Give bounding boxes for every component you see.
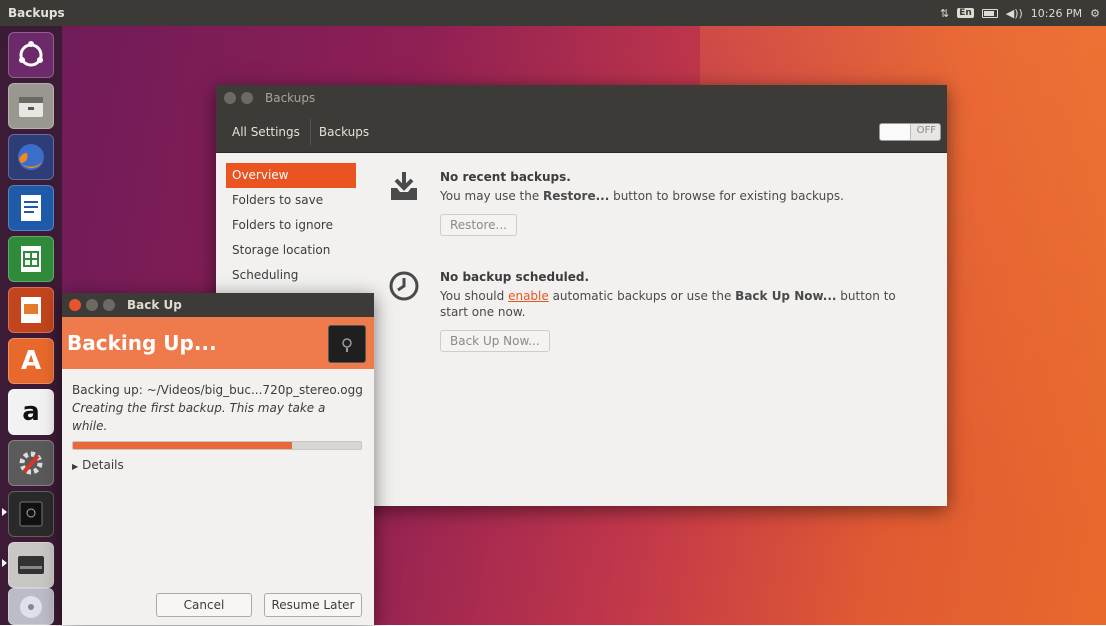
safe-icon — [328, 325, 366, 363]
recent-backups-title: No recent backups. — [440, 170, 571, 184]
progress-fill — [73, 442, 292, 449]
download-tray-icon — [391, 172, 417, 200]
back-up-now-button[interactable]: Back Up Now... — [440, 330, 550, 352]
minimize-icon[interactable] — [241, 92, 253, 104]
running-indicator — [2, 508, 7, 516]
indicator-area: ⇅ En ◀)) 10:26 PM ⚙ — [940, 0, 1100, 26]
header-bar: All Settings Backups OFF — [216, 111, 947, 153]
backing-up-heading: Backing Up... — [67, 331, 217, 355]
impress-icon[interactable] — [8, 287, 54, 333]
backups-app-icon[interactable] — [8, 491, 54, 537]
drive-icon[interactable] — [8, 542, 54, 588]
header-divider — [309, 118, 311, 145]
enable-link[interactable]: enable — [508, 289, 549, 303]
sidebar-item-scheduling[interactable]: Scheduling — [226, 263, 356, 288]
maximize-icon[interactable] — [103, 299, 115, 311]
settings-sidebar: Overview Folders to save Folders to igno… — [226, 163, 356, 288]
gear-icon[interactable]: ⚙ — [1090, 7, 1100, 20]
launcher: A a — [0, 26, 62, 625]
top-panel: Backups ⇅ En ◀)) 10:26 PM ⚙ — [0, 0, 1106, 26]
network-updown-icon[interactable]: ⇅ — [940, 7, 949, 20]
firefox-icon[interactable] — [8, 134, 54, 180]
close-icon[interactable] — [69, 299, 81, 311]
back-up-dialog: Back Up Backing Up... Backing up: ~/Vide… — [62, 293, 374, 625]
volume-icon[interactable]: ◀)) — [1006, 7, 1023, 20]
expander-triangle-icon: ▶ — [72, 462, 79, 471]
panel-app-title: Backups — [8, 6, 65, 20]
system-settings-icon[interactable] — [8, 440, 54, 486]
files-icon[interactable] — [8, 83, 54, 129]
running-indicator — [2, 559, 7, 567]
dialog-titlebar[interactable]: Back Up — [62, 293, 374, 317]
calc-icon[interactable] — [8, 236, 54, 282]
cancel-button[interactable]: Cancel — [156, 593, 252, 617]
writer-icon[interactable] — [8, 185, 54, 231]
schedule-description: You should enable automatic backups or u… — [440, 289, 896, 319]
schedule-title: No backup scheduled. — [440, 270, 590, 284]
schedule-section: No backup scheduled. You should enable a… — [388, 270, 928, 370]
recent-backups-text: No recent backups. You may use the Resto… — [440, 170, 900, 236]
battery-icon[interactable] — [981, 8, 998, 18]
clock[interactable]: 10:26 PM — [1031, 7, 1082, 20]
dash-icon[interactable] — [8, 32, 54, 78]
sidebar-item-folders-to-ignore[interactable]: Folders to ignore — [226, 213, 356, 238]
amazon-icon[interactable]: a — [8, 389, 54, 435]
resume-later-button[interactable]: Resume Later — [264, 593, 362, 617]
backups-toggle-switch[interactable]: OFF — [879, 123, 941, 141]
details-expander[interactable]: ▶ Details — [72, 458, 364, 472]
disc-icon[interactable] — [8, 588, 54, 625]
sidebar-item-storage-location[interactable]: Storage location — [226, 238, 356, 263]
restore-button[interactable]: Restore... — [440, 214, 517, 236]
status-label: Creating the first backup. This may take… — [72, 401, 326, 433]
current-file-label: Backing up: ~/Videos/big_buc...720p_ster… — [72, 383, 363, 397]
schedule-text: No backup scheduled. You should enable a… — [440, 270, 900, 352]
recent-backups-description: You may use the Restore... button to bro… — [440, 189, 844, 203]
dialog-body: Backing up: ~/Videos/big_buc...720p_ster… — [62, 369, 374, 472]
software-center-icon[interactable]: A — [8, 338, 54, 384]
window-title: Backups — [265, 91, 316, 105]
details-label: Details — [82, 458, 124, 472]
backups-breadcrumb[interactable]: Backups — [315, 119, 373, 145]
switch-state-label: OFF — [916, 125, 936, 136]
dialog-header: Backing Up... — [62, 317, 374, 369]
switch-knob — [880, 124, 911, 140]
overview-content: No recent backups. You may use the Resto… — [388, 170, 928, 370]
sidebar-item-folders-to-save[interactable]: Folders to save — [226, 188, 356, 213]
progress-bar — [72, 441, 362, 450]
close-icon[interactable] — [224, 92, 236, 104]
window-titlebar[interactable]: Backups — [216, 85, 947, 111]
dialog-title: Back Up — [127, 298, 182, 312]
sidebar-item-overview[interactable]: Overview — [226, 163, 356, 188]
recent-backups-section: No recent backups. You may use the Resto… — [388, 170, 928, 270]
clock-icon — [389, 271, 419, 301]
all-settings-button[interactable]: All Settings — [228, 119, 304, 145]
keyboard-layout-indicator[interactable]: En — [957, 8, 974, 18]
minimize-icon[interactable] — [86, 299, 98, 311]
